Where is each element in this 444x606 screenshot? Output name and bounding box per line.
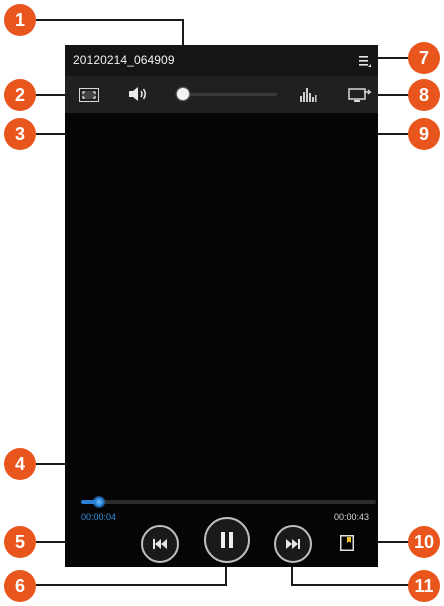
total-time: 00:00:43 xyxy=(334,512,370,522)
pause-icon xyxy=(221,532,233,548)
callout-2: 2 xyxy=(4,79,36,111)
callout-11: 11 xyxy=(408,570,440,602)
skip-next-icon xyxy=(286,539,300,549)
leader-6 xyxy=(36,565,227,586)
bookmark-icon[interactable] xyxy=(340,535,354,556)
video-player-screen[interactable]: 20120214_064909 00:00:04 00:00:43 xyxy=(65,45,378,567)
speaker-icon[interactable] xyxy=(128,86,148,107)
previous-button[interactable] xyxy=(141,525,179,563)
seek-bar[interactable] xyxy=(65,491,378,511)
volume-slider-knob[interactable] xyxy=(177,88,189,100)
control-bar xyxy=(65,76,378,113)
seek-bar-handle[interactable] xyxy=(91,496,106,508)
fit-screen-icon[interactable] xyxy=(79,88,99,107)
menu-icon[interactable] xyxy=(359,54,371,67)
leader-11 xyxy=(291,565,412,586)
callout-5: 5 xyxy=(4,526,36,558)
elapsed-time: 00:00:04 xyxy=(81,512,117,522)
callout-1: 1 xyxy=(4,4,36,36)
seek-bar-track[interactable] xyxy=(81,500,376,504)
callout-8: 8 xyxy=(408,79,440,111)
next-button[interactable] xyxy=(274,525,312,563)
pause-button[interactable] xyxy=(204,517,250,563)
skip-previous-icon xyxy=(153,539,167,549)
callout-7: 7 xyxy=(408,42,440,74)
equalizer-icon[interactable] xyxy=(299,86,317,108)
callout-9: 9 xyxy=(408,118,440,150)
screen-mirror-icon[interactable] xyxy=(348,86,372,108)
callout-10: 10 xyxy=(408,526,440,558)
video-title: 20120214_064909 xyxy=(73,53,175,67)
volume-slider-track[interactable] xyxy=(183,93,277,96)
callout-3: 3 xyxy=(4,118,36,150)
title-bar: 20120214_064909 xyxy=(65,45,378,76)
callout-4: 4 xyxy=(4,448,36,480)
callout-6: 6 xyxy=(4,570,36,602)
